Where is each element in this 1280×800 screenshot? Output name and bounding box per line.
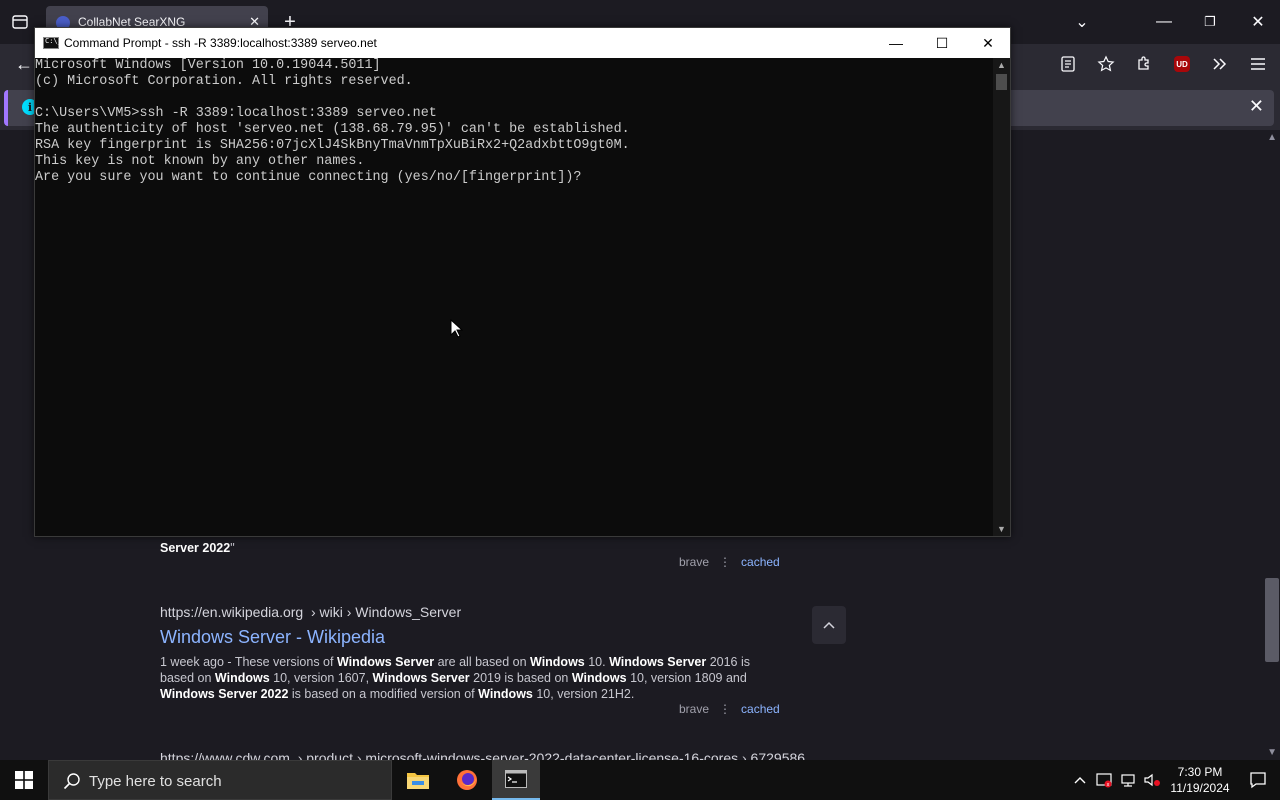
page-scroll-up-icon[interactable]: ▲ [1267, 132, 1277, 143]
command-prompt-window[interactable]: Command Prompt - ssh -R 3389:localhost:3… [34, 27, 1011, 537]
cmd-scrollbar-thumb[interactable] [996, 74, 1007, 90]
result-2-title-link[interactable]: Windows Server - Wikipedia [160, 627, 385, 648]
result-2-meta: brave ⋮ cached [679, 702, 780, 716]
result-1-meta: brave ⋮ cached [679, 555, 780, 569]
app-menu-hamburger-icon[interactable] [1244, 50, 1272, 78]
volume-muted-icon[interactable] [1140, 760, 1164, 800]
result-1-snippet: Server 2022" [160, 540, 235, 556]
more-tools-chevrons-icon[interactable] [1206, 50, 1234, 78]
file-explorer-folder-icon [407, 773, 429, 789]
result-3-url-host: https://www.cdw.com [160, 750, 290, 760]
cmd-scroll-down-icon[interactable]: ▼ [997, 524, 1006, 534]
result-3-url[interactable]: https://www.cdw.com › product › microsof… [160, 750, 805, 760]
cmd-title-bar[interactable]: Command Prompt - ssh -R 3389:localhost:3… [35, 28, 1010, 58]
result-3-url-path: › product › microsoft-windows-server-202… [297, 750, 806, 760]
extensions-icon[interactable] [1130, 50, 1158, 78]
cmd-close-button[interactable]: ✕ [965, 28, 1011, 58]
command-prompt-icon [505, 770, 527, 788]
security-warning-icon[interactable]: x [1092, 760, 1116, 800]
network-icon[interactable] [1116, 760, 1140, 800]
result-2-snippet: 1 week ago - These versions of Windows S… [160, 655, 750, 701]
cmd-maximize-button[interactable]: ☐ [919, 28, 965, 58]
ublock-badge: UD [1174, 56, 1190, 72]
clock-date: 11/19/2024 [1170, 781, 1230, 795]
cmd-scrollbar[interactable]: ▲ ▼ [993, 58, 1010, 536]
result-1-engine: brave [679, 555, 710, 569]
windows-logo-icon [15, 771, 33, 789]
result-1-snippet-bold: Server 2022 [160, 541, 231, 555]
tab-list-icon [12, 15, 28, 29]
tab-list-button[interactable] [6, 8, 34, 36]
svg-text:x: x [1107, 782, 1110, 788]
result-2-url-path: › wiki › Windows_Server [310, 604, 462, 620]
result-1-separator: ⋮ [719, 555, 732, 569]
scroll-to-top-button[interactable] [812, 606, 846, 644]
console-prompt-line: Are you sure you want to continue connec… [35, 170, 582, 185]
result-1-cached-link[interactable]: cached [741, 555, 780, 569]
console-line: This key is not known by any other names… [35, 154, 365, 169]
firefox-icon [457, 770, 477, 790]
cmd-minimize-button[interactable]: — [873, 28, 919, 58]
cmd-scroll-up-icon[interactable]: ▲ [997, 60, 1006, 70]
result-2-url[interactable]: https://en.wikipedia.org › wiki › Window… [160, 604, 461, 620]
show-hidden-icons-chevron-up-icon[interactable] [1068, 760, 1092, 800]
console-line: Microsoft Windows [Version 10.0.19044.50… [35, 58, 381, 73]
browser-close-button[interactable]: ✕ [1244, 8, 1272, 36]
browser-restore-button[interactable]: ❐ [1196, 8, 1224, 36]
search-placeholder: Type here to search [89, 773, 222, 790]
result-1-snippet-suffix: " [230, 541, 235, 555]
page-scrollbar[interactable]: ▲ ▼ [1264, 130, 1280, 760]
chevron-up-icon [823, 621, 835, 629]
cmd-app-icon [43, 37, 62, 49]
start-button[interactable] [0, 760, 48, 800]
action-center-button[interactable] [1236, 760, 1280, 800]
reader-view-icon[interactable] [1054, 50, 1082, 78]
console-line: (c) Microsoft Corporation. All rights re… [35, 74, 413, 89]
bookmark-star-icon[interactable] [1092, 50, 1120, 78]
taskbar-clock[interactable]: 7:30 PM 11/19/2024 [1164, 764, 1236, 796]
result-2-url-host: https://en.wikipedia.org [160, 604, 304, 620]
console-line: RSA key fingerprint is SHA256:07jcXlJ4Sk… [35, 138, 630, 153]
ublock-origin-icon[interactable]: UD [1168, 50, 1196, 78]
infobar-close-icon[interactable]: ✕ [1249, 96, 1264, 117]
console-line: C:\Users\VM5>ssh -R 3389:localhost:3389 … [35, 106, 437, 121]
taskbar-command-prompt[interactable] [492, 760, 540, 800]
page-scroll-down-icon[interactable]: ▼ [1267, 747, 1277, 758]
cmd-window-title: Command Prompt - ssh -R 3389:localhost:3… [64, 36, 377, 50]
list-all-tabs-chevron-down-icon[interactable]: ⌄ [1068, 8, 1096, 36]
taskbar-file-explorer[interactable] [394, 760, 442, 800]
windows-taskbar: Type here to search x 7:30 PM 11/19/2024 [0, 760, 1280, 800]
result-2-separator: ⋮ [719, 702, 732, 716]
console-line: The authenticity of host 'serveo.net (13… [35, 122, 630, 137]
clock-time: 7:30 PM [1177, 765, 1223, 779]
taskbar-firefox[interactable] [443, 760, 491, 800]
page-scrollbar-thumb[interactable] [1265, 578, 1279, 662]
browser-minimize-button[interactable]: — [1150, 8, 1178, 36]
search-icon [63, 773, 80, 790]
result-2-engine: brave [679, 702, 710, 716]
notification-icon [1250, 772, 1266, 789]
result-2-cached-link[interactable]: cached [741, 702, 780, 716]
taskbar-search-box[interactable]: Type here to search [48, 760, 392, 800]
mouse-pointer-icon [450, 319, 464, 338]
system-tray: x 7:30 PM 11/19/2024 [1068, 760, 1280, 800]
toolbar-icons: UD [1054, 50, 1272, 78]
cmd-console-output[interactable]: Microsoft Windows [Version 10.0.19044.50… [35, 58, 993, 536]
